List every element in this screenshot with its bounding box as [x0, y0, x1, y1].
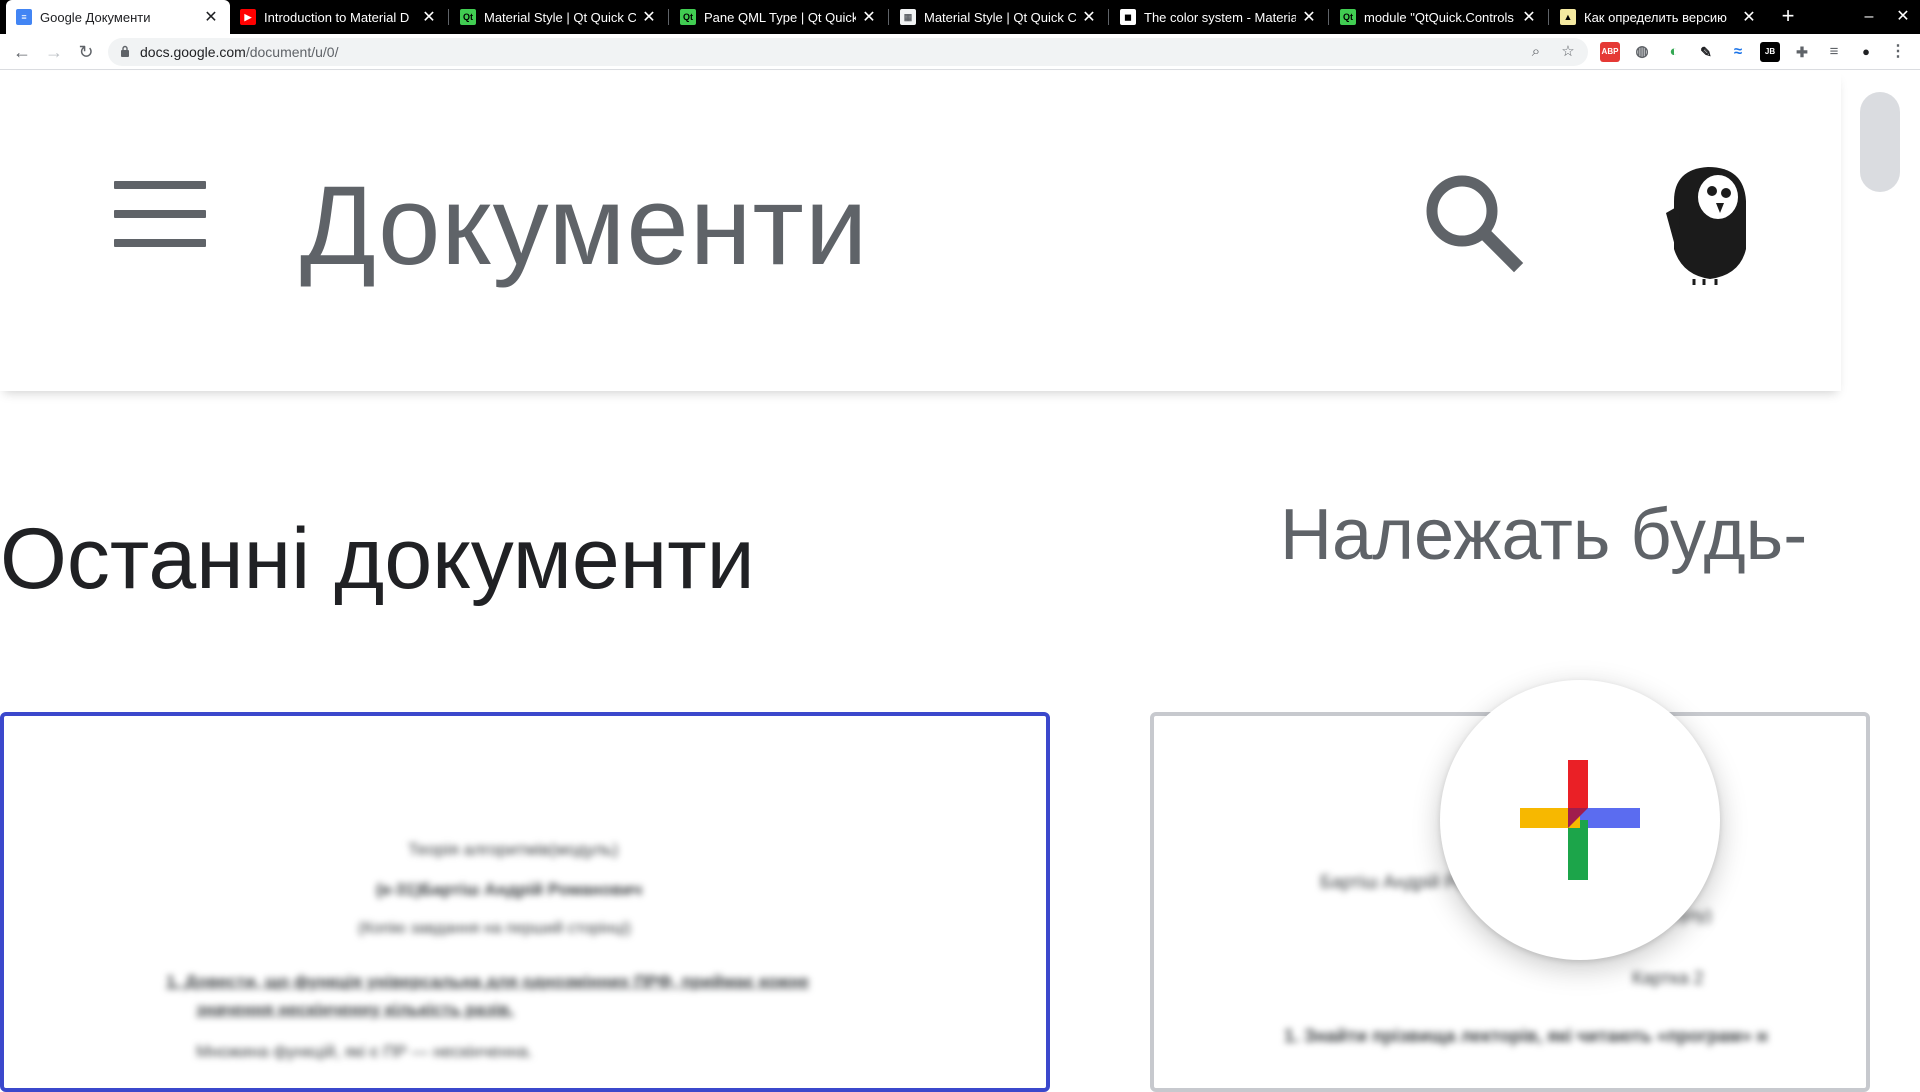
chrome-ext-icon[interactable]: ◐	[1664, 42, 1684, 62]
globe-icon[interactable]: ◍	[1632, 42, 1652, 62]
tab-title: module "QtQuick.Controls	[1364, 9, 1514, 25]
qt-icon: Qt	[460, 9, 476, 25]
close-icon[interactable]: ✕	[1520, 7, 1538, 27]
thumb-line: 1. Знайти прізвища лекторів, які читають…	[1284, 1026, 1768, 1046]
thumb-line: Множина функцій, які є ПР — нескінченна.	[196, 1042, 533, 1061]
tab-title: Google Документи	[40, 9, 151, 25]
browser-toolbar: ← → ↻ docs.google.com/document/u/0/ ⌕ ☆ …	[0, 34, 1920, 70]
bookmark-star-icon[interactable]: ☆	[1558, 42, 1578, 62]
zoom-icon[interactable]: ⌕	[1526, 42, 1546, 62]
thumb-line: Картка 2	[1632, 968, 1704, 988]
tab-separator	[1108, 9, 1109, 25]
tab-title: Introduction to Material D	[264, 9, 410, 25]
recent-documents-heading: Останні документи	[0, 511, 755, 607]
tab-youtube[interactable]: ▶ Introduction to Material D ✕	[230, 0, 448, 34]
page-icon: ▦	[900, 9, 916, 25]
close-icon[interactable]: ✕	[420, 7, 438, 27]
adblock-icon[interactable]: ABP	[1600, 42, 1620, 62]
reading-list-icon[interactable]: ≡	[1824, 42, 1844, 62]
close-icon[interactable]: ✕	[1080, 7, 1098, 27]
material-icon: ◼	[1120, 9, 1136, 25]
qt-icon: Qt	[680, 9, 696, 25]
url-host: docs.google.com	[140, 44, 246, 60]
qt-icon: Qt	[1340, 9, 1356, 25]
tab-separator	[888, 9, 889, 25]
menu-line	[114, 181, 206, 189]
reload-icon[interactable]: ↻	[72, 38, 100, 66]
tab-strip: ≡ Google Документи ✕ ▶ Introduction to M…	[0, 0, 1920, 34]
tab-title: The color system - Materia	[1144, 9, 1296, 25]
scrollbar-thumb[interactable]	[1860, 92, 1900, 192]
lock-icon	[121, 45, 129, 57]
menu-line	[114, 239, 206, 247]
tool-icon[interactable]: ✎	[1696, 42, 1716, 62]
thumb-line: значення нескінченну кількість разів.	[196, 1000, 514, 1019]
thumb-line: Теорія алгоритмів(модуль)	[408, 840, 619, 859]
back-icon[interactable]: ←	[8, 38, 36, 66]
document-thumbnail: Теорія алгоритмів(модуль) (к-31)Бартіш А…	[4, 716, 1046, 1088]
page-icon: ▲	[1560, 9, 1576, 25]
plus-icon	[1520, 760, 1640, 880]
tab-separator	[448, 9, 449, 25]
main-menu-button[interactable]	[114, 181, 206, 247]
tab-separator	[1548, 9, 1549, 25]
tab-color-system[interactable]: ◼ The color system - Materia ✕	[1110, 0, 1328, 34]
thumb-line: 1. Довести, що функція універсальна для …	[166, 972, 810, 991]
tab-separator	[668, 9, 669, 25]
avatar[interactable]	[1660, 157, 1760, 285]
docs-app-bar: Документи	[0, 71, 1841, 391]
tab-title: Material Style | Qt Quick C	[924, 9, 1076, 25]
tab-qt-pane[interactable]: Qt Pane QML Type | Qt Quick ✕	[670, 0, 888, 34]
profile-icon[interactable]: ●	[1856, 42, 1876, 62]
tab-separator	[1328, 9, 1329, 25]
tab-title: Material Style | Qt Quick C	[484, 9, 636, 25]
close-icon[interactable]: ✕	[640, 7, 658, 27]
new-tab-button[interactable]: +	[1774, 0, 1802, 34]
app-title: Документи	[300, 163, 869, 288]
close-icon[interactable]: ✕	[860, 7, 878, 27]
tab-title: Pane QML Type | Qt Quick	[704, 9, 856, 25]
thumb-line: (к-31)Бартіш Андрій Романович	[376, 880, 643, 899]
tab-google-docs[interactable]: ≡ Google Документи ✕	[6, 0, 230, 34]
close-icon[interactable]: ✕	[1740, 7, 1758, 27]
wave-icon[interactable]: ≈	[1728, 42, 1748, 62]
tab-qt-material[interactable]: Qt Material Style | Qt Quick C ✕	[450, 0, 668, 34]
google-docs-icon: ≡	[16, 9, 32, 25]
close-window-icon[interactable]: ✕	[1886, 0, 1920, 34]
tab-qtquick-controls[interactable]: Qt module "QtQuick.Controls ✕	[1330, 0, 1548, 34]
close-icon[interactable]: ✕	[202, 7, 220, 27]
address-bar[interactable]: docs.google.com/document/u/0/ ⌕ ☆	[108, 38, 1588, 66]
search-icon[interactable]	[1418, 167, 1528, 277]
minimize-icon[interactable]: –	[1852, 0, 1886, 34]
puzzle-icon[interactable]: ✚	[1792, 42, 1812, 62]
url-text: docs.google.com/document/u/0/	[140, 44, 338, 60]
jb-icon[interactable]: JB	[1760, 42, 1780, 62]
youtube-icon: ▶	[240, 9, 256, 25]
owner-filter-dropdown[interactable]: Належать будь-	[1280, 494, 1840, 574]
create-document-button[interactable]	[1440, 680, 1720, 960]
tab-title: Как определить версию	[1584, 9, 1727, 25]
forward-icon[interactable]: →	[40, 38, 68, 66]
url-path: /document/u/0/	[245, 44, 339, 60]
menu-line	[114, 210, 206, 218]
owner-filter-label: Належать будь-	[1280, 495, 1808, 574]
tab-version[interactable]: ▲ Как определить версию ✕	[1550, 0, 1768, 34]
close-icon[interactable]: ✕	[1300, 7, 1318, 27]
document-card[interactable]: Теорія алгоритмів(модуль) (к-31)Бартіш А…	[0, 712, 1050, 1092]
menu-kebab-icon[interactable]: ⋮	[1888, 42, 1908, 62]
tab-material-style[interactable]: ▦ Material Style | Qt Quick C ✕	[890, 0, 1108, 34]
thumb-line: (Копію завдання на перший сторінці)	[358, 920, 631, 937]
